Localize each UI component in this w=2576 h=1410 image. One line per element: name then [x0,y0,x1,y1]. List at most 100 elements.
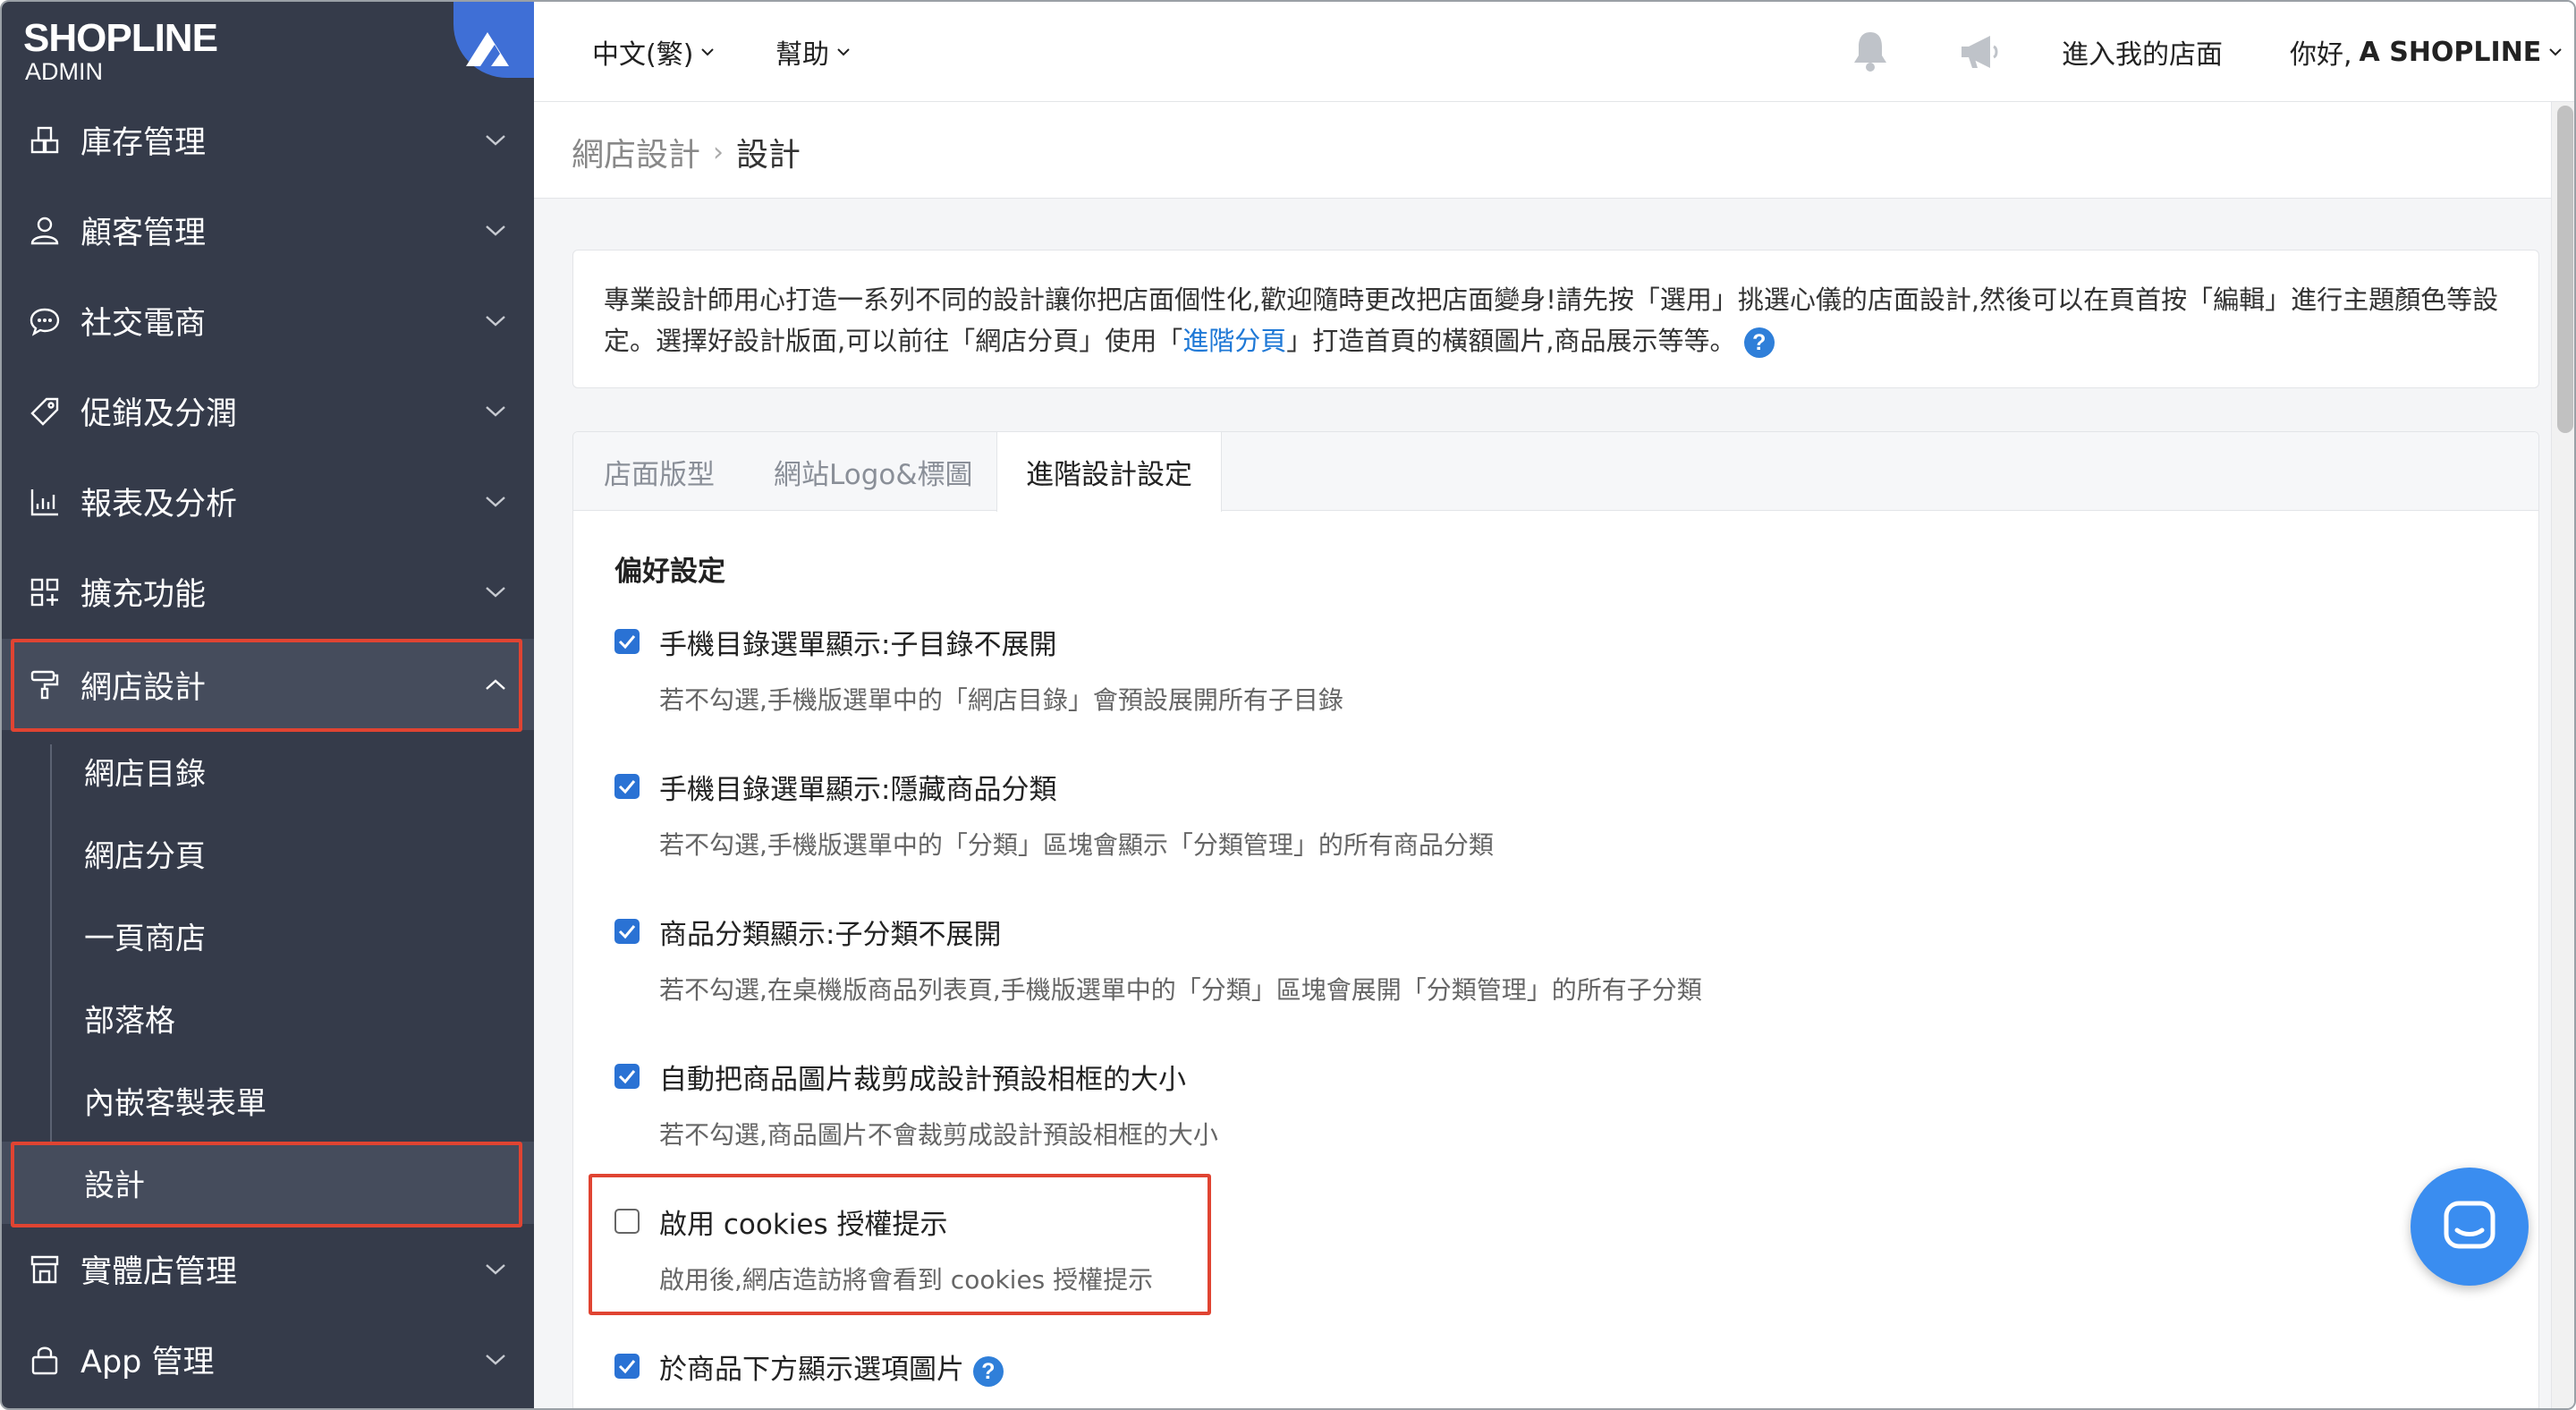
notice-text-2: 」打造首頁的橫額圖片,商品展示等等。 [1286,326,1736,356]
breadcrumb-parent[interactable]: 網店設計 [572,129,700,175]
checkmark-icon [618,635,636,650]
option-label[interactable]: 商品分類顯示:子分類不展開 [659,912,1001,952]
lock-icon [31,1346,58,1374]
language-dropdown[interactable]: 中文(繁) [592,32,715,72]
scrollbar-thumb[interactable] [2557,106,2573,433]
chat-support-button[interactable] [2411,1168,2529,1286]
top-bar: 中文(繁) 幫助 進入我的店面 你好, A SHOPLINE [534,2,2574,102]
help-icon[interactable]: ? [972,1355,1004,1387]
chevron-down-icon [486,405,505,417]
app-window: SHOPLINE ADMIN 庫存管理 顧客管理 社交電商 促銷及分潤 報表及分… [0,0,2576,1410]
advanced-pages-link[interactable]: 進階分頁 [1182,326,1286,356]
chat-bubble-icon [30,308,60,336]
bar-chart-icon [30,488,58,515]
submenu-item-store-menu[interactable]: 網店目錄 [2,730,534,812]
checkbox[interactable] [614,919,640,944]
checkbox[interactable] [614,1209,640,1234]
checkmark-icon [618,780,636,794]
chevron-down-icon [2549,48,2563,56]
tab-advanced-settings[interactable]: 進階設計設定 [996,432,1222,512]
checkbox[interactable] [614,1354,640,1379]
submenu-item-one-page-store[interactable]: 一頁商店 [2,895,534,977]
paint-roller-icon [30,670,59,700]
language-label: 中文(繁) [592,39,694,71]
chevron-down-icon [486,225,505,236]
logo-corner [453,2,534,78]
sidebar-item-promotions[interactable]: 促銷及分潤 [2,366,534,456]
submenu-item-label: 部落格 [84,1003,175,1040]
tab-bar: 店面版型 網站Logo&標圖 進階設計設定 [573,432,2538,512]
help-icon[interactable]: ? [1743,327,1775,358]
submenu-item-label: 一頁商店 [84,921,206,957]
user-name: A SHOPLINE [2359,36,2542,68]
brand-sub: ADMIN [25,58,103,85]
option-label[interactable]: 於商品下方顯示選項圖片 ? [659,1346,1004,1387]
scrollbar[interactable] [2551,102,2574,1408]
option-label[interactable]: 自動把商品圖片裁剪成設計預設相框的大小 [659,1057,1186,1097]
greeting-label: 你好, [2290,39,2352,71]
checkbox[interactable] [614,629,640,654]
sidebar-item-label: 網店設計 [80,669,207,706]
sidebar-item-social-commerce[interactable]: 社交電商 [2,276,534,366]
tag-icon [30,397,59,426]
sidebar-item-app-management[interactable]: App 管理 [2,1314,534,1405]
checkmark-icon [618,1360,636,1374]
chevron-down-icon [486,586,505,598]
apps-plus-icon [30,578,59,606]
option-description: 若不勾選,在桌機版商品列表頁,手機版選單中的「分類」區塊會展開「分類管理」的所有… [659,975,1702,1005]
chevron-up-icon [486,679,505,690]
inventory-icon [30,126,59,153]
sidebar-item-label: 顧客管理 [80,216,207,251]
sidebar-item-reports[interactable]: 報表及分析 [2,456,534,547]
sidebar-item-customers[interactable]: 顧客管理 [2,185,534,276]
sidebar-item-label: 擴充功能 [80,577,207,613]
option-description: 若不勾選,手機版選單中的「分類」區塊會顯示「分類管理」的所有商品分類 [659,830,1494,860]
chevron-down-icon [486,134,505,146]
sidebar-item-label: 實體店管理 [80,1254,238,1290]
help-dropdown[interactable]: 幫助 [775,32,851,72]
chevron-down-icon [486,496,505,507]
visit-store-link[interactable]: 進入我的店面 [2062,32,2223,72]
checkbox[interactable] [614,1064,640,1089]
user-menu[interactable]: 你好, A SHOPLINE [2290,32,2563,72]
sidebar-item-label: App 管理 [80,1345,215,1380]
shopline-mark-icon [466,32,509,66]
option-label[interactable]: 手機目錄選單顯示:子目錄不展開 [659,622,1056,662]
submenu-item-custom-form[interactable]: 內嵌客製表單 [2,1059,534,1142]
chat-icon [2444,1201,2496,1249]
submenu-item-label: 網店目錄 [84,756,206,793]
option-label[interactable]: 手機目錄選單顯示:隱藏商品分類 [659,767,1056,807]
sidebar-item-label: 促銷及分潤 [80,396,238,432]
option-label-text: 於商品下方顯示選項圖片 [659,1354,964,1386]
sidebar-item-store-design[interactable]: 網店設計 [2,639,534,730]
chevron-down-icon [486,315,505,327]
section-title: 偏好設定 [614,556,725,588]
tab-store-layout[interactable]: 店面版型 [604,432,715,512]
submenu-item-blog[interactable]: 部落格 [2,977,534,1059]
submenu-item-label: 網店分頁 [84,838,206,875]
brand-logo[interactable]: SHOPLINE ADMIN [23,18,218,85]
sidebar-item-physical-store[interactable]: 實體店管理 [2,1224,534,1314]
submenu-item-label: 設計 [84,1168,145,1204]
option-description: 若不勾選,商品圖片不會裁剪成設計預設相框的大小 [659,1120,1218,1150]
option-label[interactable]: 啟用 cookies 授權提示 [659,1202,947,1242]
chevron-down-icon [486,1263,505,1275]
breadcrumb: 網店設計 › 設計 [572,129,801,175]
submenu-item-label: 內嵌客製表單 [84,1085,267,1122]
store-icon [30,1255,59,1283]
submenu-item-design[interactable]: 設計 [2,1142,534,1224]
chevron-down-icon [701,48,715,56]
breadcrumb-bar: 網店設計 › 設計 [534,102,2551,199]
bell-icon[interactable] [1843,25,1897,79]
settings-panel: 店面版型 網站Logo&標圖 進階設計設定 偏好設定 手機目錄選單顯示:子目錄不… [572,431,2539,1408]
sidebar: SHOPLINE ADMIN 庫存管理 顧客管理 社交電商 促銷及分潤 報表及分… [2,2,534,1408]
submenu-item-store-pages[interactable]: 網店分頁 [2,812,534,895]
sidebar-item-inventory[interactable]: 庫存管理 [2,95,534,185]
checkbox[interactable] [614,774,640,799]
sidebar-item-extensions[interactable]: 擴充功能 [2,547,534,637]
megaphone-icon[interactable] [1954,25,2008,79]
breadcrumb-current: 設計 [736,137,801,174]
chevron-down-icon [837,48,850,56]
tab-logo-banner[interactable]: 網站Logo&標圖 [774,432,973,512]
info-notice: 專業設計師用心打造一系列不同的設計讓你把店面個性化,歡迎隨時更改把店面變身!請先… [572,250,2539,388]
